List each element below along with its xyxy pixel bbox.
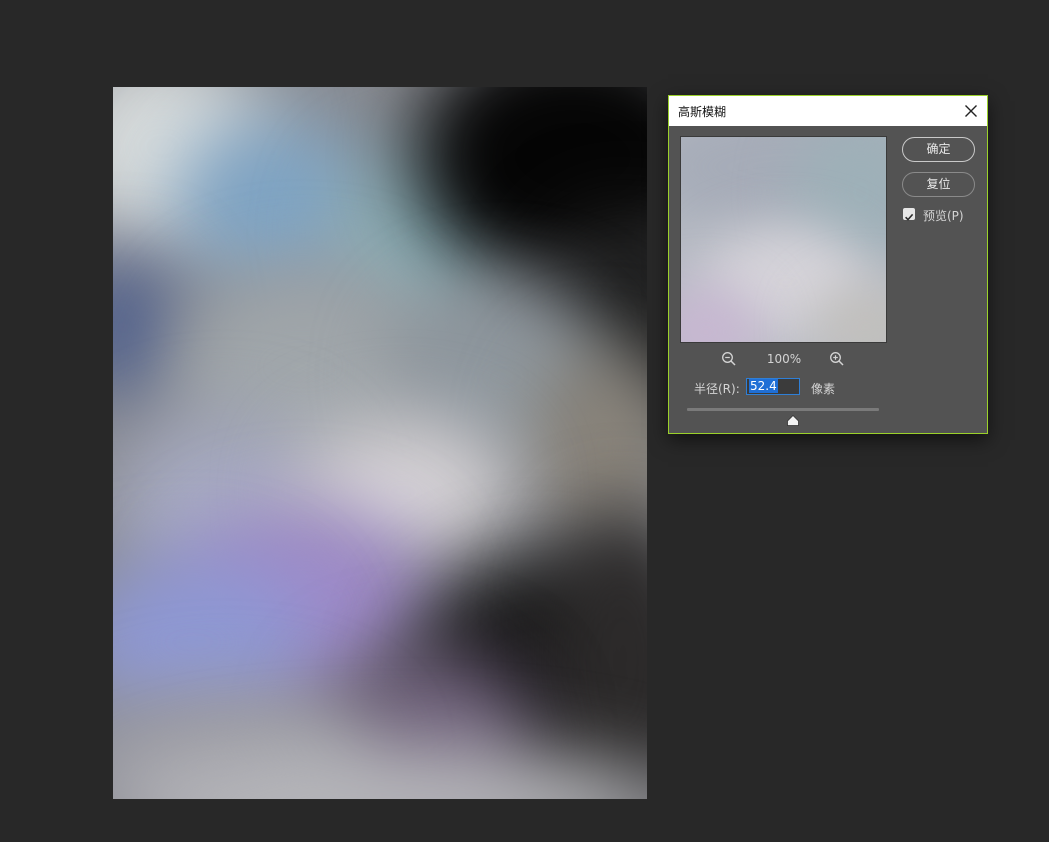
ok-button[interactable]: 确定 — [902, 137, 975, 162]
preview-checkbox[interactable] — [903, 208, 915, 221]
preview-label[interactable]: 预览(P) — [923, 207, 964, 224]
radius-value: 52.4 — [749, 379, 778, 393]
slider-thumb-icon[interactable] — [787, 411, 799, 426]
zoom-level: 100% — [766, 352, 802, 366]
dialog-titlebar[interactable]: 高斯模糊 — [669, 96, 987, 126]
zoom-controls: 100% — [680, 350, 885, 368]
preview-pane[interactable] — [680, 136, 887, 343]
radius-slider-track[interactable] — [687, 408, 879, 411]
unit-label: 像素 — [811, 382, 836, 396]
workspace: 高斯模糊 100% 半径(R): 52.4 像素 确定 复位 预览(P) — [0, 0, 1049, 842]
close-icon[interactable] — [959, 99, 983, 123]
radius-input[interactable]: 52.4 — [746, 378, 800, 395]
radius-label: 半径(R): — [694, 382, 740, 396]
checkmark-icon — [905, 213, 914, 221]
document-canvas[interactable] — [113, 87, 647, 799]
zoom-out-icon[interactable] — [721, 351, 737, 367]
gaussian-blur-dialog: 高斯模糊 100% 半径(R): 52.4 像素 确定 复位 预览(P) — [668, 95, 988, 434]
zoom-in-icon[interactable] — [829, 351, 845, 367]
reset-button[interactable]: 复位 — [902, 172, 975, 197]
dialog-title: 高斯模糊 — [678, 105, 727, 119]
